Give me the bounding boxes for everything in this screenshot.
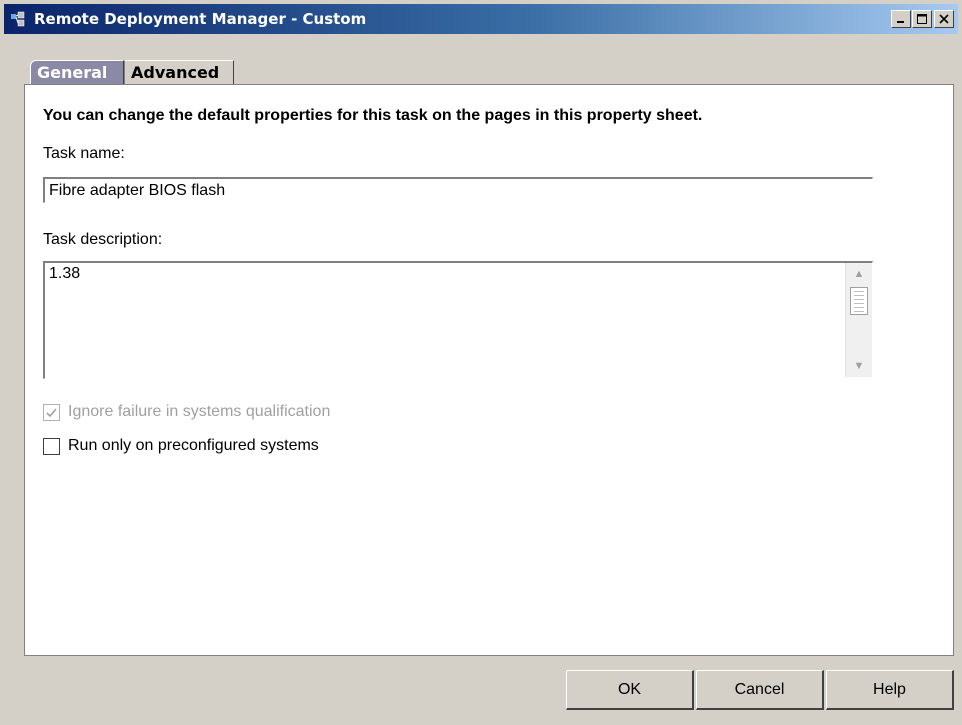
scroll-thumb[interactable]: [850, 287, 868, 315]
help-button[interactable]: Help: [826, 670, 954, 710]
ok-button-label: OK: [617, 680, 642, 698]
maximize-button[interactable]: [912, 10, 932, 28]
run-only-option[interactable]: Run only on preconfigured systems: [43, 437, 319, 455]
task-name-label: Task name:: [43, 145, 125, 162]
run-only-label: Run only on preconfigured systems: [68, 437, 319, 454]
ignore-failure-option: Ignore failure in systems qualification: [43, 403, 330, 421]
ignore-failure-label: Ignore failure in systems qualification: [68, 403, 331, 420]
general-panel: You can change the default properties fo…: [24, 84, 954, 656]
tab-advanced[interactable]: Advanced: [124, 60, 234, 84]
scroll-down-icon[interactable]: ▼: [846, 355, 872, 377]
task-description-box: 1.38 ▲ ▼: [43, 261, 873, 379]
app-icon: [11, 11, 25, 27]
task-description-input[interactable]: 1.38: [47, 263, 843, 375]
tab-advanced-label: Advanced: [131, 63, 220, 82]
checkmark-icon: [46, 407, 57, 417]
ignore-failure-checkbox: [43, 403, 60, 421]
minimize-button[interactable]: [891, 10, 911, 28]
cancel-button[interactable]: Cancel: [696, 670, 824, 710]
description-scrollbar[interactable]: ▲ ▼: [845, 263, 872, 377]
title-bar[interactable]: Remote Deployment Manager - Custom: [4, 4, 958, 34]
tab-general[interactable]: General: [30, 60, 124, 84]
minimize-icon: [897, 21, 904, 23]
close-icon: [939, 14, 949, 24]
tab-general-label: General: [37, 63, 108, 82]
window-title: Remote Deployment Manager - Custom: [34, 10, 367, 28]
maximize-icon: [917, 14, 927, 24]
help-button-label: Help: [873, 680, 906, 698]
dialog-window: Remote Deployment Manager - Custom Gener…: [0, 0, 962, 725]
task-name-input[interactable]: [43, 177, 873, 203]
ok-button[interactable]: OK: [566, 670, 694, 710]
close-button[interactable]: [934, 10, 954, 28]
intro-text: You can change the default properties fo…: [43, 107, 703, 124]
run-only-checkbox[interactable]: [43, 437, 60, 455]
window-controls: [891, 10, 954, 28]
cancel-button-label: Cancel: [734, 680, 785, 698]
task-description-label: Task description:: [43, 231, 163, 248]
scroll-up-icon[interactable]: ▲: [846, 263, 872, 285]
